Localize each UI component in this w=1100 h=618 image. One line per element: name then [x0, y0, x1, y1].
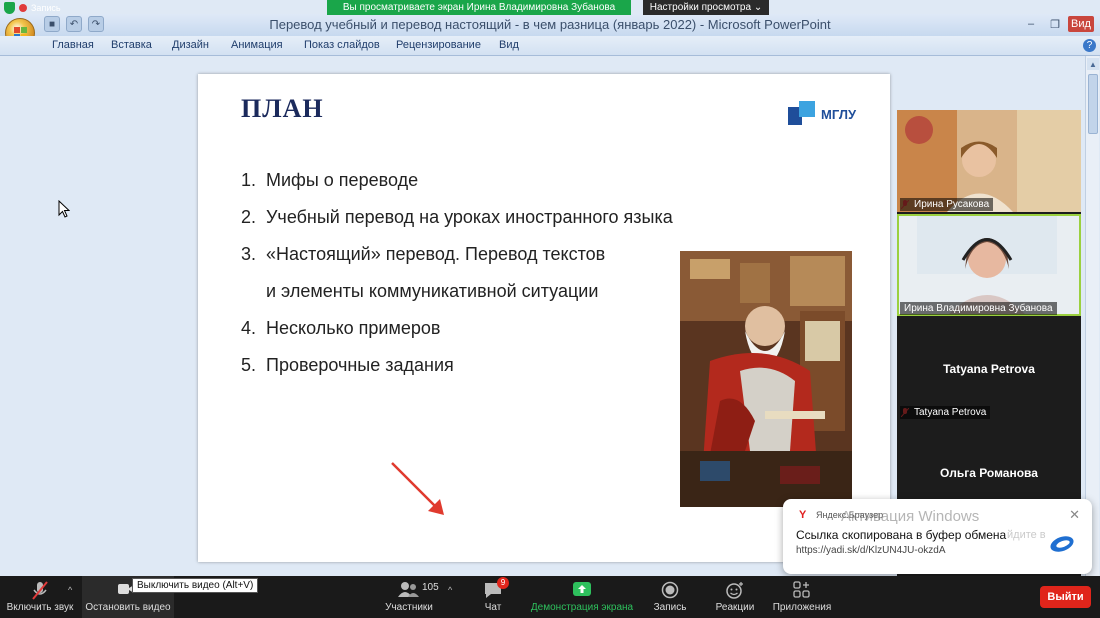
record-icon	[661, 581, 679, 599]
chevron-down-icon: ⌄	[753, 2, 763, 13]
record-dot-icon	[19, 4, 27, 12]
mouse-cursor-icon	[58, 200, 70, 218]
plan-item-continuation: и элементы коммуникативной ситуации	[266, 281, 599, 301]
window-controls: – ❐ Вид	[1020, 16, 1094, 32]
share-screen-icon	[573, 582, 591, 596]
slide-title: ПЛАН	[241, 94, 324, 123]
stop-video-tooltip: Выключить видео (Alt+V)	[132, 578, 259, 593]
tab-design[interactable]: Дизайн	[172, 39, 209, 51]
plan-item: 2. Учебный перевод на уроках иностранного…	[241, 207, 673, 227]
reactions-button[interactable]: Реакции	[710, 576, 760, 618]
participant-name: Ирина Русакова	[900, 198, 994, 211]
tab-home[interactable]: Главная	[52, 39, 94, 51]
close-icon[interactable]: ✕	[1069, 507, 1080, 523]
chat-unread-badge: 9	[497, 577, 509, 589]
slide: ПЛАН МГЛУ 1. Мифы о переводе 2. Учебный пе…	[198, 74, 890, 562]
participants-options-caret[interactable]: ^	[448, 585, 452, 595]
reactions-icon	[726, 582, 743, 599]
window-title: Перевод учебный и перевод настоящий - в …	[269, 17, 831, 32]
participant-big-name: Tatyana Petrova	[943, 362, 1035, 376]
annotation-arrow-icon	[391, 462, 444, 515]
security-shield-icon	[4, 2, 15, 14]
participants-icon	[398, 582, 419, 597]
mglu-logo: МГЛУ	[788, 101, 868, 127]
vertical-scrollbar[interactable]: ▲	[1085, 56, 1099, 576]
plan-item: 1. Мифы о переводе	[241, 170, 419, 190]
apps-icon	[793, 581, 810, 598]
apps-button[interactable]: Приложения	[770, 576, 834, 618]
notification-headline: Ссылка скопирована в буфер обмена	[796, 528, 1007, 542]
participant-name: Tatyana Petrova	[900, 406, 991, 419]
windows-activation-hint: йдите в	[1007, 529, 1046, 541]
powerpoint-titlebar: ■ ↶ ↷ Перевод учебный и перевод настоящи…	[0, 14, 1100, 36]
tab-insert[interactable]: Вставка	[111, 39, 152, 51]
record-button[interactable]: Запись	[648, 576, 692, 618]
logo-text: МГЛУ	[821, 107, 857, 122]
participant-tile[interactable]: Tatyana Petrova Tatyana Petrova	[897, 318, 1081, 420]
tab-view[interactable]: Вид	[499, 39, 519, 51]
recording-indicator: Запись	[4, 2, 61, 14]
clipboard-notification[interactable]: Y Яндекс.Браузер Активация Windows йдите…	[783, 499, 1092, 574]
muted-mic-icon	[32, 581, 48, 600]
participants-button[interactable]: 105 Участники	[380, 576, 439, 618]
tab-review[interactable]: Рецензирование	[396, 39, 481, 51]
scroll-up-icon[interactable]: ▲	[1087, 58, 1099, 70]
st-jerome-painting	[680, 251, 852, 507]
minimize-button[interactable]: –	[1020, 16, 1042, 32]
sharing-banner: Вы просматриваете экран Ирина Владимиров…	[327, 0, 631, 15]
plan-item: 5. Проверочные задания	[241, 355, 454, 375]
yandex-browser-icon: Y	[799, 509, 807, 521]
notification-url[interactable]: https://yadi.sk/d/KlzUN4JU-okzdA	[796, 545, 946, 556]
screen: ■ ↶ ↷ Перевод учебный и перевод настоящи…	[0, 0, 1100, 618]
unmute-button[interactable]: Включить звук	[4, 576, 76, 618]
share-screen-button[interactable]: Демонстрация экрана	[526, 576, 638, 618]
tab-slideshow[interactable]: Показ слайдов	[304, 39, 380, 51]
leave-button[interactable]: Выйти	[1040, 586, 1091, 608]
participant-tile[interactable]: Ирина Русакова	[897, 110, 1081, 212]
participant-tile-active-speaker[interactable]: Ирина Владимировна Зубанова	[897, 214, 1081, 316]
browser-logo-icon	[1050, 536, 1074, 552]
plan-item: 3. «Настоящий» перевод. Перевод текстов	[241, 244, 606, 264]
audio-options-caret[interactable]: ^	[68, 585, 72, 595]
close-button[interactable]: Вид	[1068, 16, 1094, 32]
participant-big-name: Ольга Романова	[940, 466, 1038, 480]
tab-animation[interactable]: Анимация	[231, 39, 283, 51]
participants-count: 105	[422, 582, 439, 593]
participant-name: Ирина Владимировна Зубанова	[900, 302, 1057, 315]
plan-item: 4. Несколько примеров	[241, 318, 441, 338]
windows-activation-watermark: Активация Windows	[841, 508, 980, 525]
scroll-thumb[interactable]	[1088, 74, 1098, 134]
recording-label: Запись	[31, 3, 61, 13]
restore-button[interactable]: ❐	[1044, 16, 1066, 32]
help-icon[interactable]: ?	[1083, 39, 1096, 52]
participant-video	[897, 110, 1081, 212]
participant-video	[897, 214, 1081, 316]
ribbon-tabs: Главная Вставка Дизайн Анимация Показ сл…	[0, 36, 1100, 56]
view-options-button[interactable]: Настройки просмотра ⌄	[643, 0, 769, 15]
